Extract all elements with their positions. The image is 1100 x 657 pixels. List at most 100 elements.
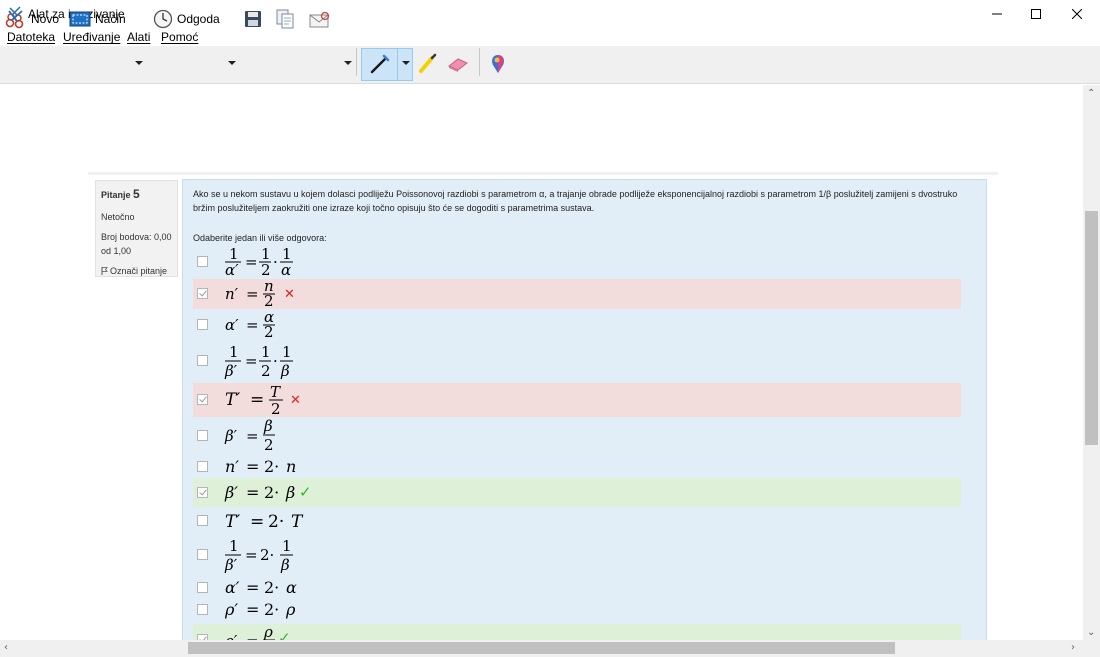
answer-checkbox[interactable] — [197, 582, 208, 593]
delay-dropdown-arrow[interactable] — [228, 61, 236, 65]
svg-text:=: = — [246, 316, 259, 334]
answer-prompt: Odaberite jedan ili više odgovora: — [193, 233, 327, 243]
question-status: Netočno — [101, 212, 135, 222]
mode-button[interactable]: Način — [69, 5, 126, 33]
svg-text:2: 2 — [261, 261, 271, 278]
svg-text:2·: 2· — [264, 483, 279, 502]
scroll-down-icon[interactable]: ⌄ — [1087, 627, 1095, 638]
pen-divider — [397, 48, 398, 81]
svg-text:ρ′: ρ′ — [224, 600, 238, 619]
snip-canvas: Pitanje 5 Netočno Broj bodova: 0,00 od 1… — [0, 85, 1083, 640]
scroll-up-icon[interactable]: ⌃ — [1087, 88, 1095, 99]
scissors-icon — [5, 10, 24, 29]
svg-text:2·: 2· — [264, 600, 279, 619]
pen-dropdown-arrow[interactable] — [402, 61, 410, 65]
envelope-icon — [309, 11, 330, 28]
answer-option: n′ = 2· n — [193, 455, 961, 479]
math-expression: α′ = α2 — [225, 310, 275, 340]
toolbar-separator-2 — [479, 48, 480, 76]
send-button[interactable] — [308, 5, 332, 33]
close-button[interactable] — [1054, 0, 1100, 28]
menu-tools[interactable]: Alati — [127, 30, 150, 44]
answer-option: β′ = β2 — [193, 418, 961, 454]
svg-text:T: T — [291, 512, 304, 532]
math-expression: α′ = 2· α — [225, 578, 297, 597]
svg-text:ρ′: ρ′ — [224, 632, 238, 640]
delay-button[interactable]: Odgoda — [153, 5, 220, 33]
svg-text:=: = — [245, 546, 258, 564]
eraser-icon[interactable] — [446, 54, 470, 74]
incorrect-icon: ✕ — [284, 287, 295, 302]
svg-text:=: = — [246, 483, 259, 502]
page-divider — [88, 172, 998, 175]
mode-dropdown-arrow[interactable] — [135, 61, 143, 65]
svg-text:β′: β′ — [224, 362, 238, 380]
answer-checkbox[interactable] — [197, 515, 208, 526]
svg-text:β′: β′ — [224, 556, 238, 574]
answer-checkbox[interactable] — [197, 319, 208, 330]
answer-checkbox[interactable] — [197, 487, 208, 498]
maximize-icon — [1031, 9, 1041, 19]
svg-text:α: α — [281, 261, 291, 278]
floppy-icon — [245, 11, 261, 27]
answer-checkbox[interactable] — [197, 461, 208, 472]
svg-text:β: β — [263, 418, 273, 435]
highlighter-icon[interactable] — [417, 53, 439, 75]
answer-checkbox[interactable] — [197, 394, 208, 405]
incorrect-icon: ✕ — [290, 393, 301, 408]
svg-text:2: 2 — [271, 400, 281, 417]
svg-text:·: · — [273, 253, 278, 271]
math-expression: β′ = 2· β ✓ — [224, 483, 312, 502]
svg-text:β: β — [280, 362, 290, 380]
answer-checkbox[interactable] — [197, 256, 208, 267]
svg-text:α: α — [286, 578, 297, 597]
copy-icon — [276, 9, 294, 29]
answer-option-correct: β′ = 2· β ✓ — [193, 478, 961, 507]
rectangle-snip-icon — [69, 11, 91, 27]
svg-text:ρ: ρ — [285, 600, 296, 619]
svg-text:1: 1 — [282, 343, 292, 361]
svg-text:=: = — [250, 390, 264, 410]
flag-question-link[interactable]: Označi pitanje — [101, 264, 172, 278]
new-button[interactable]: Novo — [5, 5, 59, 33]
svg-text:=: = — [245, 352, 258, 370]
svg-text:1: 1 — [261, 343, 271, 361]
svg-text:=: = — [246, 457, 259, 476]
svg-text:1: 1 — [229, 343, 239, 361]
svg-text:α′: α′ — [225, 578, 240, 597]
svg-text:2: 2 — [264, 436, 274, 454]
svg-text:2: 2 — [261, 362, 271, 380]
save-button[interactable] — [244, 5, 262, 33]
answer-option-incorrect: T′ = T2 ✕ — [193, 383, 961, 417]
answer-option-incorrect: n′ = n2 ✕ — [193, 279, 961, 309]
answer-checkbox[interactable] — [197, 288, 208, 299]
correct-icon: ✓ — [299, 483, 312, 501]
maximize-button[interactable] — [1013, 0, 1059, 28]
vertical-scroll-thumb[interactable] — [1085, 211, 1098, 445]
answer-option: 1 β′ = 12 · 1β — [193, 341, 961, 381]
new-label: Novo — [31, 12, 60, 26]
mode-label: Način — [95, 12, 126, 26]
paint3d-icon[interactable] — [488, 53, 508, 75]
math-expression: T′ = 2· T — [225, 512, 304, 532]
svg-text:n′: n′ — [225, 457, 239, 476]
answer-checkbox[interactable] — [197, 549, 208, 560]
send-dropdown-arrow[interactable] — [344, 61, 352, 65]
points-line1: Broj bodova: 0,00 — [101, 232, 172, 242]
scrollbar-corner — [1083, 640, 1100, 657]
scroll-left-icon[interactable]: ‹ — [4, 642, 8, 653]
minimize-icon — [992, 13, 1002, 15]
toolbar-separator — [356, 48, 357, 76]
points-line2: od 1,00 — [101, 246, 132, 256]
answer-option: ρ′ = 2· ρ — [193, 599, 961, 623]
answer-checkbox[interactable] — [197, 355, 208, 366]
horizontal-scroll-thumb[interactable] — [188, 642, 895, 654]
answer-checkbox[interactable] — [197, 604, 208, 615]
pen-icon — [370, 54, 390, 74]
svg-text:=: = — [246, 285, 259, 303]
scroll-right-icon[interactable]: › — [1071, 642, 1075, 653]
copy-button[interactable] — [276, 5, 294, 33]
answer-checkbox[interactable] — [197, 430, 208, 441]
question-box: Ako se u nekom sustavu u kojem dolasci p… — [182, 179, 987, 640]
answer-option-correct: ρ′= ρ2 ✓ — [193, 624, 961, 640]
